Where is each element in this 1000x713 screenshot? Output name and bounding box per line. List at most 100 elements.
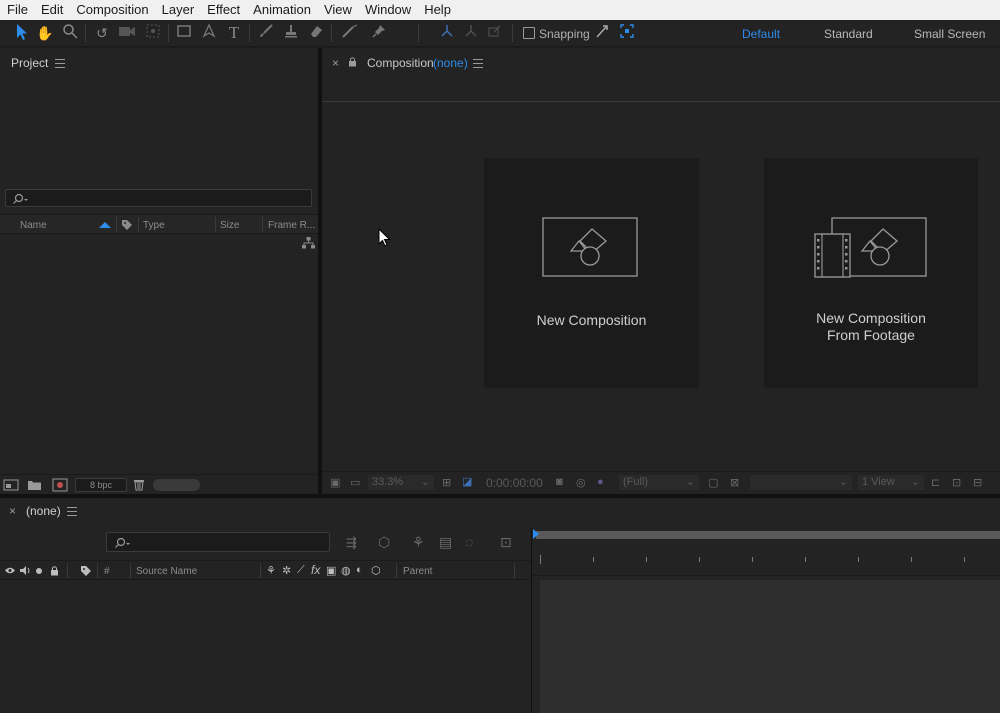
column-source-name[interactable]: Source Name xyxy=(136,566,197,577)
workspace-default[interactable]: Default xyxy=(742,27,780,41)
timeline-panel-menu-icon[interactable] xyxy=(67,507,77,516)
timecode-display[interactable]: 0:00:00:00 xyxy=(482,475,550,491)
snap-option-icon[interactable] xyxy=(592,23,612,43)
menu-help[interactable]: Help xyxy=(417,0,457,20)
always-preview-icon[interactable]: ▣ xyxy=(330,476,340,489)
pen-tool-icon[interactable] xyxy=(199,23,219,43)
new-composition-from-footage-card[interactable]: New Composition From Footage xyxy=(764,158,978,388)
composition-viewer[interactable]: New Composition New Composition From Foo… xyxy=(322,103,1000,471)
video-eye-icon[interactable] xyxy=(4,566,16,575)
rectangle-tool-icon[interactable] xyxy=(174,23,194,43)
adjustment-layer-icon[interactable]: ◐ xyxy=(356,564,363,576)
frame-blending-icon[interactable]: ▤ xyxy=(439,534,452,551)
toggle-transparency-icon[interactable]: ⊠ xyxy=(730,476,739,489)
hide-shy-layers-icon[interactable]: ⚘ xyxy=(412,534,425,551)
menu-effect[interactable]: Effect xyxy=(200,0,246,20)
clone-stamp-tool-icon[interactable] xyxy=(281,23,301,43)
quality-icon[interactable]: ⟋ xyxy=(297,564,305,577)
rotation-tool-icon[interactable]: ↺ xyxy=(92,23,112,43)
composition-mini-flowchart-icon[interactable]: ⇶ xyxy=(346,535,357,551)
menu-view[interactable]: View xyxy=(317,0,358,20)
project-panel-title[interactable]: Project xyxy=(11,56,48,70)
interpret-footage-icon[interactable] xyxy=(3,479,19,491)
flowchart-icon[interactable] xyxy=(302,237,315,249)
sort-ascending-icon[interactable] xyxy=(99,222,111,228)
3d-layer-icon[interactable]: ⬡ xyxy=(371,564,381,577)
collapse-transform-icon[interactable]: ✲ xyxy=(282,564,291,577)
views-layout-select[interactable]: 1 View ⌄ xyxy=(858,475,924,490)
eraser-tool-icon[interactable] xyxy=(306,23,326,43)
project-panel-menu-icon[interactable] xyxy=(55,59,65,68)
view-axis-icon[interactable] xyxy=(484,23,504,43)
timeline-graph-area[interactable] xyxy=(531,528,1000,713)
resolution-select[interactable]: (Full) ⌄ xyxy=(619,475,699,490)
toggle-pixel-aspect-icon[interactable]: ⊏ xyxy=(931,476,940,489)
timeline-search-input[interactable] xyxy=(106,532,330,552)
label-tag-icon[interactable] xyxy=(121,219,133,231)
motion-blur-switch-icon[interactable]: ◍ xyxy=(341,564,351,577)
timeline-tab-title[interactable]: (none) xyxy=(26,504,61,518)
thumbnail-size-slider[interactable] xyxy=(153,479,200,491)
timeline-icon[interactable]: ⊟ xyxy=(973,476,982,489)
fast-previews-icon[interactable]: ⊡ xyxy=(952,476,961,489)
new-composition-card[interactable]: New Composition xyxy=(484,158,699,388)
composition-tab-title[interactable]: Composition xyxy=(367,56,434,70)
magnification-select[interactable]: 33.3% ⌄ xyxy=(368,475,434,490)
lock-icon[interactable] xyxy=(348,56,357,67)
snap-feature-icon[interactable] xyxy=(617,23,637,43)
composition-tab-name[interactable]: (none) xyxy=(433,56,468,70)
shy-icon[interactable]: ⚘ xyxy=(266,564,276,577)
resolution-icon[interactable]: ⊞ xyxy=(442,476,451,489)
column-layer-number[interactable]: # xyxy=(104,566,110,577)
workspace-small-screen[interactable]: Small Screen xyxy=(914,27,985,41)
snapping-checkbox[interactable] xyxy=(523,27,535,39)
hand-tool-icon[interactable]: ✋ xyxy=(35,23,55,43)
column-name[interactable]: Name xyxy=(20,220,47,231)
draft-3d-icon[interactable]: ⬡ xyxy=(378,534,390,551)
column-frame-rate[interactable]: Frame R... xyxy=(268,220,315,231)
menu-file[interactable]: File xyxy=(0,0,34,20)
color-channel-icon[interactable]: ● xyxy=(597,476,604,488)
world-axis-icon[interactable] xyxy=(461,23,481,43)
menu-animation[interactable]: Animation xyxy=(246,0,317,20)
roto-brush-tool-icon[interactable] xyxy=(340,23,360,43)
zoom-tool-icon[interactable] xyxy=(60,23,80,43)
layer-track-area[interactable] xyxy=(540,580,1000,713)
menu-composition[interactable]: Composition xyxy=(69,0,154,20)
puppet-pin-tool-icon[interactable] xyxy=(369,23,389,43)
pan-behind-tool-icon[interactable] xyxy=(143,23,163,43)
column-parent[interactable]: Parent xyxy=(403,566,432,577)
camera-view-select[interactable]: ⌄ xyxy=(750,475,852,490)
menu-window[interactable]: Window xyxy=(358,0,417,20)
audio-speaker-icon[interactable] xyxy=(19,565,31,576)
new-composition-icon[interactable] xyxy=(52,478,68,492)
work-area-bar[interactable] xyxy=(536,531,1000,539)
show-snapshot-icon[interactable]: ◎ xyxy=(576,476,586,489)
close-timeline-tab-icon[interactable]: × xyxy=(9,504,16,518)
menu-layer[interactable]: Layer xyxy=(155,0,201,20)
composition-panel-menu-icon[interactable] xyxy=(473,59,483,68)
effects-fx-icon[interactable]: fx xyxy=(311,563,320,577)
brush-tool-icon[interactable] xyxy=(256,23,276,43)
menu-edit[interactable]: Edit xyxy=(34,0,69,20)
display-icon[interactable]: ▭ xyxy=(350,476,360,489)
graph-editor-icon[interactable]: ⊡ xyxy=(500,534,512,551)
label-tag-icon[interactable] xyxy=(80,565,92,577)
delete-trash-icon[interactable] xyxy=(133,478,145,491)
lock-layer-icon[interactable] xyxy=(50,565,59,576)
snapshot-camera-icon[interactable]: ◙ xyxy=(556,476,563,488)
local-axis-icon[interactable] xyxy=(437,23,457,43)
close-tab-icon[interactable]: × xyxy=(332,56,339,70)
region-of-interest-icon[interactable]: ▢ xyxy=(708,476,718,489)
motion-blur-icon[interactable]: ◌ xyxy=(465,534,473,550)
project-search-input[interactable] xyxy=(5,189,312,207)
color-depth-button[interactable]: 8 bpc xyxy=(75,478,127,492)
new-folder-icon[interactable] xyxy=(27,479,42,491)
selection-tool-icon[interactable] xyxy=(11,23,31,43)
column-size[interactable]: Size xyxy=(220,220,239,231)
type-tool-icon[interactable]: T xyxy=(224,23,244,43)
frame-blend-icon[interactable]: ▣ xyxy=(326,564,336,577)
workspace-standard[interactable]: Standard xyxy=(824,27,873,41)
column-type[interactable]: Type xyxy=(143,220,165,231)
solo-dot-icon[interactable] xyxy=(35,567,43,575)
